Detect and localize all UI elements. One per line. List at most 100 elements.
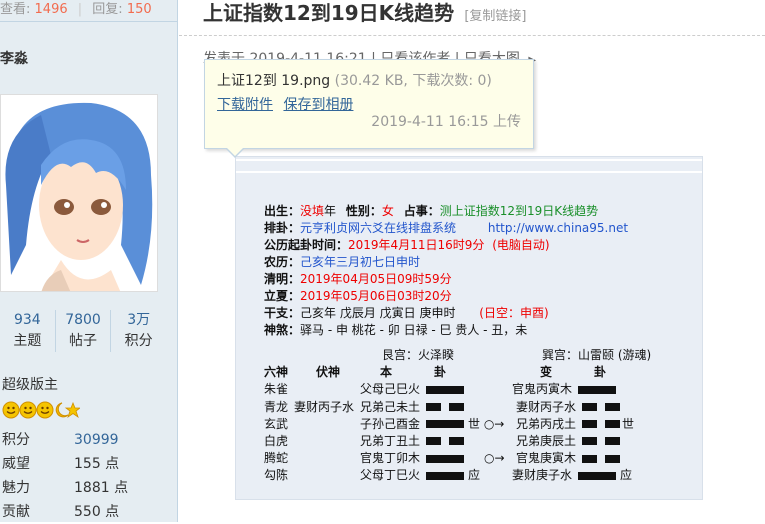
ben-yao: 父母己巳火	[360, 382, 421, 397]
count-points[interactable]: 3万 积分	[111, 310, 166, 352]
smiley-icon	[36, 401, 54, 419]
qingming-label: 清明：	[264, 272, 301, 286]
doc-line: 清明：2019年04月05日09时59分	[264, 271, 628, 288]
info-row: 积分 30999	[2, 428, 172, 452]
yao-row: 青龙 妻财丙子水 兄弟己未土 妻财丙子水	[264, 399, 684, 416]
ben-yao: 兄弟己未土	[360, 399, 421, 414]
liushen: 白虎	[264, 433, 289, 448]
author-counts: 934 主题 7800 帖子 3万 积分	[0, 310, 166, 352]
col-header: 本	[380, 365, 393, 380]
post-title-bar: 上证指数12到19日K线趋势 [复制链接]	[203, 0, 526, 30]
reply-count: 150	[126, 2, 152, 17]
post-title: 上证指数12到19日K线趋势	[203, 1, 455, 25]
smiley-icon	[2, 401, 20, 419]
yin-line	[582, 450, 620, 467]
info-value: 1881 点	[74, 480, 129, 496]
qingming-value: 2019年04月05日09时59分	[300, 272, 452, 286]
ying-marker: 应	[468, 468, 481, 483]
count-value: 934	[13, 312, 41, 328]
thread-stats: 查看: 1496 | 回复: 150	[0, 0, 177, 22]
avatar[interactable]	[0, 94, 158, 292]
save-to-album-link[interactable]: 保存到相册	[283, 97, 353, 113]
yao-row: 朱雀 父母己巳火 官鬼丙寅木	[264, 381, 684, 398]
time-label: 公历起卦时间：	[264, 238, 349, 252]
doc-line: 出生：没填年 性别：女 占事：测上证指数12到19日K线趋势	[264, 203, 628, 220]
avatar-illustration	[1, 95, 157, 291]
count-posts[interactable]: 7800 帖子	[56, 310, 112, 352]
matter-value: 测上证指数12到19日K线趋势	[439, 204, 599, 218]
time-note: (电脑自动)	[492, 238, 550, 252]
info-row: 魅力 1881 点	[2, 476, 172, 500]
yao-row: 白虎 兄弟丁丑土 兄弟庚辰土	[264, 433, 684, 450]
ben-yao: 子孙己酉金	[360, 416, 421, 431]
ganzhi-value: 己亥年 戊辰月 戊寅日 庚申时	[300, 306, 456, 320]
author-name[interactable]: 李淼	[0, 48, 28, 68]
count-value: 7800	[65, 312, 101, 328]
system-value: 元亨利贞网六爻在线排盘系统	[300, 221, 457, 235]
upload-date: 2019-4-11 16:15 上传	[371, 114, 521, 130]
view-label: 查看:	[0, 2, 31, 17]
download-attachment-link[interactable]: 下载附件	[217, 97, 273, 113]
shensha-value: 驿马 - 申 桃花 - 卯 日禄 - 巳 贵人 - 丑，未	[300, 323, 528, 337]
yin-line	[582, 416, 620, 433]
liushen: 勾陈	[264, 468, 289, 483]
ying-marker: 应	[620, 468, 633, 483]
lunar-value: 己亥年三月初七日申时	[300, 255, 421, 269]
yang-line	[426, 381, 464, 398]
ben-yao: 父母丁巳火	[360, 468, 421, 483]
yao-row: 腾蛇 官鬼丁卯木 ○→ 官鬼庚寅木	[264, 450, 684, 467]
bian-yao: 官鬼丙寅木	[512, 382, 573, 397]
doc-line: 公历起卦时间：2019年4月11日16时9分 (电脑自动)	[264, 237, 628, 254]
time-value: 2019年4月11日16时9分	[348, 238, 485, 252]
year-suffix: 年	[324, 204, 337, 218]
doc-line: 排卦：元亨利贞网六爻在线排盘系统 http://www.china95.net	[264, 220, 628, 237]
col-header: 变	[540, 365, 553, 380]
gua-header-left: 艮宫：火泽睽	[382, 348, 455, 362]
reply-label: 回复:	[92, 2, 123, 17]
col-header: 六神	[264, 365, 289, 380]
count-topics[interactable]: 934 主题	[0, 310, 56, 352]
doc-line: 立夏：2019年05月06日03时20分	[264, 288, 628, 305]
fushen: 妻财丙子水	[294, 399, 355, 414]
attachment-size: (30.42 KB, 下载次数: 0)	[334, 73, 492, 89]
copy-link-button[interactable]: [复制链接]	[464, 9, 526, 24]
decorative-border	[236, 159, 702, 173]
info-value: 550 点	[74, 504, 120, 520]
lixia-label: 立夏：	[264, 289, 301, 303]
doc-line: 神煞：驿马 - 申 桃花 - 卯 日禄 - 巳 贵人 - 丑，未	[264, 322, 628, 339]
info-row: 贡献 550 点	[2, 500, 172, 524]
lixia-value: 2019年05月06日03时20分	[300, 289, 452, 303]
yao-row: 玄武 子孙己酉金 世 ○→ 兄弟丙戌土 世	[264, 416, 684, 433]
info-value[interactable]: 30999	[74, 428, 119, 452]
liushen: 玄武	[264, 416, 289, 431]
info-key: 魅力	[2, 480, 30, 496]
column-headers: 六神 伏神 本 卦 变 卦	[264, 364, 684, 381]
star-icon	[64, 401, 80, 419]
author-sidebar: 查看: 1496 | 回复: 150 李淼 934 主题 7800 帖子 3万 …	[0, 0, 178, 522]
doc-line: 干支：己亥年 戊辰月 戊寅日 庚申时 (日空：申酉)	[264, 305, 628, 322]
yang-line	[578, 467, 616, 484]
yin-line	[582, 399, 620, 416]
yin-line	[426, 433, 464, 450]
attachment-name-line: 上证12到 19.png (30.42 KB, 下载次数: 0)	[217, 70, 521, 90]
info-key: 威望	[2, 456, 30, 472]
col-header: 卦	[434, 365, 447, 380]
lunar-label: 农历：	[264, 255, 301, 269]
gender-label: 性别：	[345, 204, 382, 218]
system-url: http://www.china95.net	[487, 221, 629, 235]
bian-yao: 兄弟庚辰土	[516, 433, 577, 448]
col-header: 卦	[594, 365, 607, 380]
info-key: 积分	[2, 432, 30, 448]
shensha-label: 神煞：	[264, 323, 301, 337]
shi-marker: 世 ○→	[468, 416, 505, 431]
info-value: 155 点	[74, 456, 120, 472]
user-group[interactable]: 超级版主	[2, 374, 58, 394]
info-key: 贡献	[2, 504, 30, 520]
attachment-tooltip: 上证12到 19.png (30.42 KB, 下载次数: 0) 下载附件 保存…	[204, 59, 534, 158]
attachment-filename: 上证12到 19.png	[217, 73, 331, 89]
birth-value: 没填	[300, 204, 325, 218]
hexagram-header: 艮宫：火泽睽 巽宫：山雷颐 (游魂)	[264, 347, 684, 364]
attachment-image[interactable]: 出生：没填年 性别：女 占事：测上证指数12到19日K线趋势 排卦：元亨利贞网六…	[235, 156, 703, 500]
yang-line	[426, 450, 464, 467]
yang-line	[426, 467, 464, 484]
